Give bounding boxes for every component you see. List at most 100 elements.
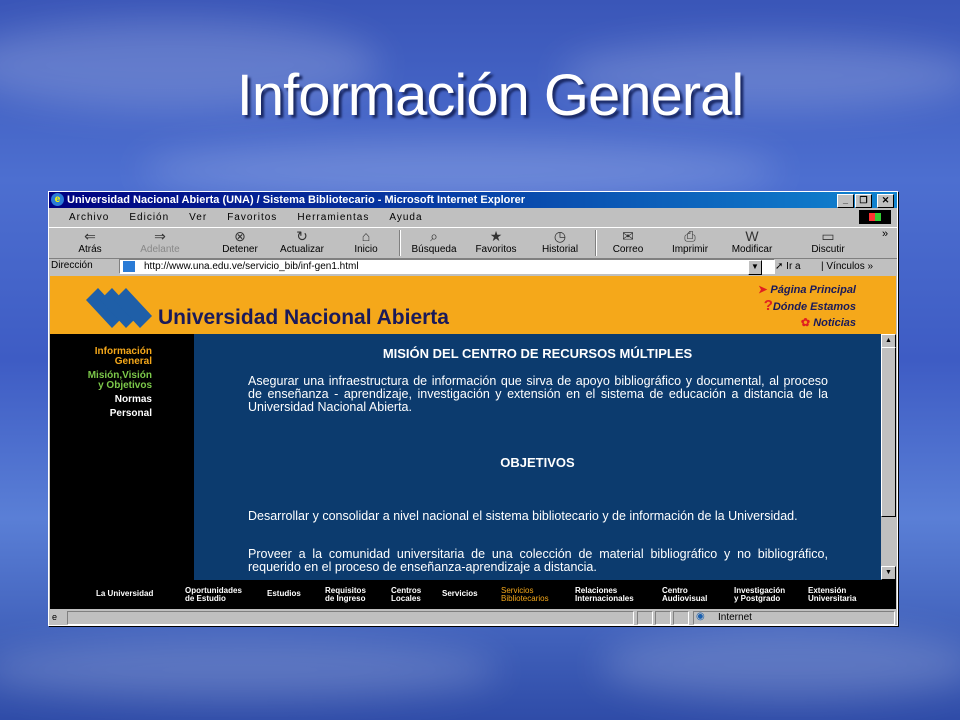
home-button[interactable]: ⌂ Inicio: [339, 228, 393, 255]
menu-edicion[interactable]: Edición: [129, 212, 169, 223]
search-button[interactable]: ⌕ Búsqueda: [407, 228, 461, 255]
favorites-icon: ★: [489, 228, 503, 244]
sidebar-item-mision-vision[interactable]: Misión,Visión y Objetivos: [50, 371, 194, 391]
scroll-up-icon[interactable]: ▲: [881, 334, 896, 348]
address-bar: Dirección http://www.una.edu.ve/servicio…: [49, 258, 897, 275]
links-button[interactable]: | Vínculos »: [821, 261, 873, 272]
footer-item-servicios[interactable]: Servicios: [442, 590, 478, 598]
topnav-pagina-principal[interactable]: ➤ Página Principal: [758, 282, 856, 298]
print-icon: ⎙: [684, 228, 696, 244]
toolbar: ⇐ Atrás ⇒ Adelante ⊗ Detener ↻ Actualizar ⌂ I…: [49, 227, 897, 259]
footer-item-requisitos[interactable]: Requisitos de Ingreso: [325, 587, 366, 603]
status-cell: [673, 611, 689, 625]
footer-item-investigacion[interactable]: Investigación y Postgrado: [734, 587, 785, 603]
footer-item-la-universidad[interactable]: La Universidad: [96, 590, 153, 598]
footer-item-extension[interactable]: Extensión Universitaria: [808, 587, 856, 603]
window-title: Universidad Nacional Abierta (UNA) / Sis…: [67, 194, 526, 206]
search-icon: ⌕: [430, 228, 438, 244]
history-icon: ◷: [553, 228, 567, 244]
mail-icon: ✉: [622, 228, 634, 244]
arrow-icon: ➤: [758, 284, 768, 296]
scroll-down-icon[interactable]: ▼: [881, 566, 896, 580]
footer-item-estudios[interactable]: Estudios: [267, 590, 301, 598]
browser-window: e Universidad Nacional Abierta (UNA) / Si…: [48, 191, 898, 626]
edit-button[interactable]: W Modificar: [725, 228, 779, 255]
menu-herramientas[interactable]: Herramientas: [297, 212, 369, 223]
address-url: http://www.una.edu.ve/servicio_bib/inf-g…: [144, 261, 359, 272]
history-button[interactable]: ◷ Historial: [533, 228, 587, 255]
objective-2-text: Proveer a la comunidad universitaria de …: [248, 547, 828, 574]
site-sidebar: Información General Misión,Visión y Objeti…: [50, 334, 194, 580]
footer-item-relaciones[interactable]: Relaciones Internacionales: [575, 587, 634, 603]
stop-button[interactable]: ⊗ Detener: [213, 228, 267, 255]
slide-title: Información General: [236, 63, 744, 128]
close-button[interactable]: ✕: [877, 194, 894, 208]
site-banner: Universidad Nacional Abierta ➤ Página Pr…: [50, 276, 896, 334]
menu-ver[interactable]: Ver: [189, 212, 207, 223]
footer-item-oportunidades[interactable]: Oportunidades de Estudio: [185, 587, 242, 603]
university-name: Universidad Nacional Abierta: [158, 306, 449, 329]
topnav-noticias[interactable]: ✿ Noticias: [758, 315, 856, 331]
internet-globe-icon: ◉: [696, 611, 705, 622]
footer-item-servicios-bibliotecarios[interactable]: Servicios Bibliotecarios: [501, 587, 549, 603]
status-zone: ◉ Internet: [693, 611, 895, 625]
forward-arrow-icon: ⇒: [154, 228, 166, 244]
page-icon: [123, 261, 135, 272]
status-cell: [67, 611, 634, 625]
minimize-button[interactable]: _: [837, 194, 854, 208]
back-button[interactable]: ⇐ Atrás: [63, 228, 117, 255]
print-button[interactable]: ⎙ Imprimir: [663, 228, 717, 255]
mission-heading: MISIÓN DEL CENTRO DE RECURSOS MÚLTIPLES: [382, 346, 693, 361]
forward-button[interactable]: ⇒ Adelante: [133, 228, 187, 255]
stop-icon: ⊗: [234, 228, 246, 244]
address-dropdown-icon[interactable]: ▼: [748, 260, 762, 275]
content-area: MISIÓN DEL CENTRO DE RECURSOS MÚLTIPLES …: [194, 334, 881, 580]
discuss-icon: ▭: [821, 228, 835, 244]
home-icon: ⌂: [361, 228, 371, 244]
status-bar: e ◉ Internet: [49, 610, 897, 625]
objective-1-text: Desarrollar y consolidar a nivel naciona…: [248, 509, 798, 523]
go-button[interactable]: ➚ Ir a: [775, 261, 801, 272]
vertical-scrollbar[interactable]: ▲ ▼: [881, 334, 896, 580]
refresh-icon: ↻: [296, 228, 308, 244]
menu-ayuda[interactable]: Ayuda: [389, 212, 422, 223]
toolbar-separator: [399, 230, 401, 256]
maximize-button[interactable]: ❐: [855, 194, 872, 208]
discuss-button[interactable]: ▭ Discutir: [801, 228, 855, 255]
top-navigation: ➤ Página Principal ?Dónde Estamos ✿ Noti…: [758, 282, 856, 331]
background-cloud: [600, 630, 960, 700]
news-icon: ✿: [800, 317, 811, 329]
ie-logo-icon: e: [51, 193, 64, 206]
windows-logo-icon: [859, 210, 891, 224]
menu-favoritos[interactable]: Favoritos: [227, 212, 277, 223]
mission-text: Asegurar una infraestructura de informac…: [248, 374, 828, 414]
mail-button[interactable]: ✉ Correo: [601, 228, 655, 255]
address-input[interactable]: http://www.una.edu.ve/servicio_bib/inf-g…: [119, 259, 775, 274]
sidebar-item-personal[interactable]: Personal: [50, 409, 194, 419]
toolbar-separator: [595, 230, 597, 256]
toolbar-overflow-icon[interactable]: »: [882, 228, 888, 240]
sidebar-item-informacion-general[interactable]: Información General: [50, 347, 194, 367]
menu-bar: Archivo Edición Ver Favoritos Herramientas Ay…: [49, 209, 897, 226]
topnav-donde-estamos[interactable]: ?Dónde Estamos: [758, 298, 856, 315]
background-cloud: [0, 640, 500, 700]
refresh-button[interactable]: ↻ Actualizar: [275, 228, 329, 255]
menu-archivo[interactable]: Archivo: [69, 212, 109, 223]
sidebar-item-normas[interactable]: Normas: [50, 395, 194, 405]
address-label: Dirección: [51, 260, 93, 271]
status-cell: [655, 611, 671, 625]
question-icon: ?: [763, 297, 773, 314]
web-page: Universidad Nacional Abierta ➤ Página Pr…: [50, 276, 896, 609]
window-titlebar[interactable]: e Universidad Nacional Abierta (UNA) / Si…: [49, 192, 897, 208]
status-cell: [637, 611, 653, 625]
favorites-button[interactable]: ★ Favoritos: [469, 228, 523, 255]
scroll-thumb[interactable]: [881, 347, 896, 517]
objectives-heading: OBJETIVOS: [500, 455, 575, 470]
footer-item-centro-audiovisual[interactable]: Centro Audiovisual: [662, 587, 707, 603]
una-logo-icon: [86, 288, 152, 328]
status-page-icon: e: [52, 612, 58, 622]
footer-navigation: La Universidad Oportunidades de Estudio E…: [50, 580, 896, 609]
edit-word-icon: W: [745, 228, 759, 244]
back-arrow-icon: ⇐: [84, 228, 96, 244]
footer-item-centros-locales[interactable]: Centros Locales: [391, 587, 421, 603]
